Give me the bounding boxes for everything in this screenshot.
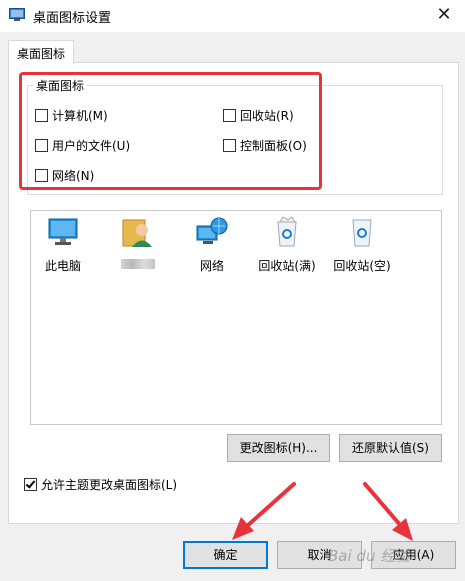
- icon-label: 此电脑: [44, 259, 81, 273]
- icon-item-this-pc[interactable]: 此电脑: [26, 216, 100, 274]
- icon-item-network[interactable]: 网络: [175, 216, 249, 274]
- icon-label: 回收站(满): [258, 259, 316, 273]
- recycle-bin-full-icon: [277, 216, 297, 247]
- title-bar: 桌面图标设置 ✕: [0, 0, 465, 32]
- checkbox-box[interactable]: [24, 478, 37, 491]
- network-icon: [196, 217, 228, 244]
- icon-label: 网络: [199, 259, 224, 273]
- restore-default-button[interactable]: 还原默认值(S): [339, 434, 442, 462]
- checkbox-label: 允许主题更改桌面图标(L): [41, 478, 178, 492]
- red-highlight-box: [19, 72, 322, 190]
- window-title: 桌面图标设置: [33, 11, 112, 26]
- tab-desktop-icons[interactable]: 桌面图标: [8, 40, 74, 64]
- desktop-settings-icon: [9, 8, 25, 21]
- recycle-bin-empty-icon: [352, 219, 372, 247]
- icon-label: 回收站(空): [333, 259, 391, 273]
- tab-label: 桌面图标: [17, 47, 66, 61]
- icon-item-recycle-bin-full[interactable]: 回收站(满): [250, 216, 324, 274]
- computer-icon: [48, 218, 78, 245]
- ok-button[interactable]: 确定: [183, 541, 268, 569]
- icon-item-recycle-bin-empty[interactable]: 回收站(空): [325, 216, 399, 274]
- watermark: Bai du 经验: [328, 547, 411, 565]
- change-icon-button[interactable]: 更改图标(H)...: [227, 434, 330, 462]
- blurred-label: [121, 259, 155, 269]
- user-folder-icon: [122, 219, 152, 247]
- close-icon[interactable]: ✕: [430, 2, 458, 28]
- icon-item-user-files[interactable]: [101, 216, 175, 269]
- checkbox-allow-theme[interactable]: 允许主题更改桌面图标(L): [24, 476, 177, 493]
